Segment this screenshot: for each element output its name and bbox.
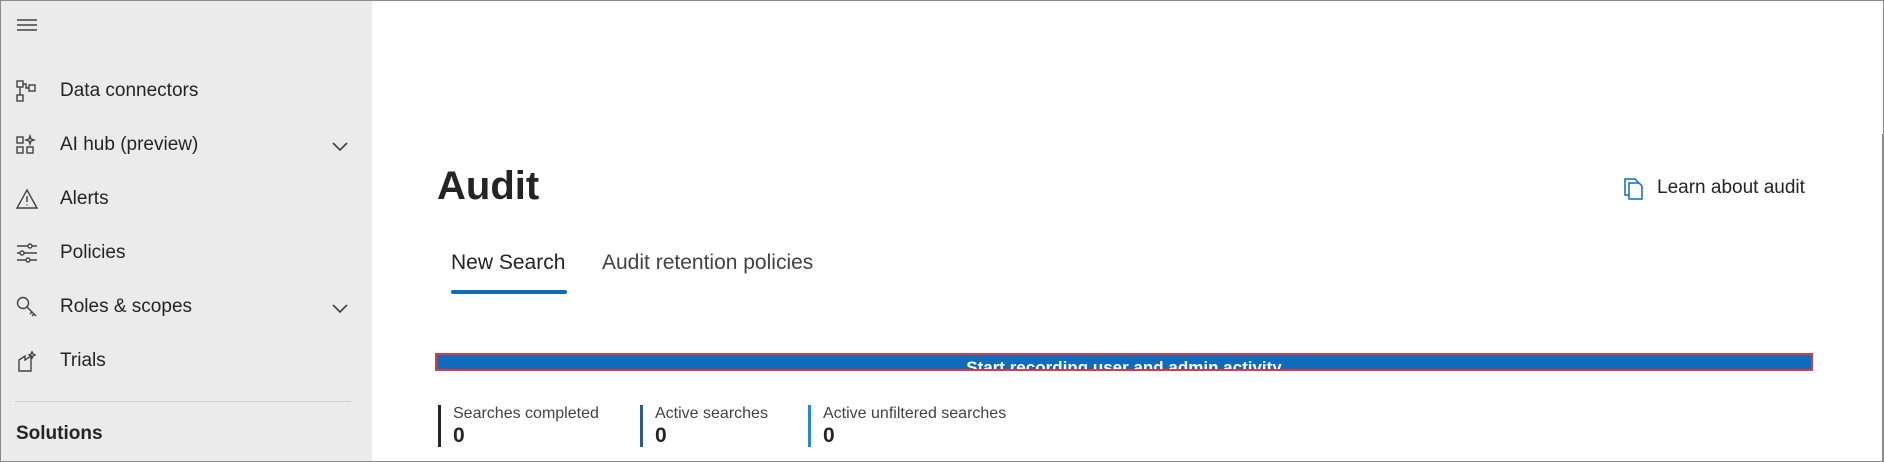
content-edge <box>1882 134 1883 461</box>
tab-new-search[interactable]: New Search <box>451 251 565 275</box>
sidebar-item-alerts[interactable]: Alerts <box>1 172 372 226</box>
stat-bar <box>438 405 441 447</box>
tab-audit-retention-policies[interactable]: Audit retention policies <box>602 251 813 275</box>
left-nav: Data connectors AI hub (preview) Alerts <box>1 1 372 461</box>
app-window: Data connectors AI hub (preview) Alerts <box>0 0 1884 462</box>
sidebar-item-label: Policies <box>60 242 126 263</box>
alert-triangle-icon <box>15 187 39 211</box>
sidebar-item-label: Trials <box>60 350 106 371</box>
key-icon <box>15 295 39 319</box>
data-connectors-icon <box>15 79 39 103</box>
active-tab-indicator <box>451 290 567 294</box>
stat-value: 0 <box>823 424 835 447</box>
ai-hub-icon <box>15 133 39 157</box>
sidebar-item-policies[interactable]: Policies <box>1 226 372 280</box>
sidebar-item-trials[interactable]: Trials <box>1 334 372 388</box>
page-title: Audit <box>437 164 540 208</box>
stat-label: Active unfiltered searches <box>823 405 1007 422</box>
documents-icon <box>1623 177 1645 201</box>
stat-label: Active searches <box>655 405 768 422</box>
sidebar-item-label: Alerts <box>60 188 109 209</box>
sidebar-item-label: Roles & scopes <box>60 296 193 317</box>
stat-value: 0 <box>655 424 667 447</box>
sidebar-item-roles-scopes[interactable]: Roles & scopes <box>1 280 372 334</box>
stat-bar <box>808 405 811 447</box>
learn-link-text: Learn about audit <box>1657 177 1805 198</box>
sidebar-item-label: AI hub (preview) <box>60 134 199 155</box>
stat-value: 0 <box>453 424 465 447</box>
sidebar-item-label: Data connectors <box>60 80 199 101</box>
policies-sliders-icon <box>15 241 39 265</box>
sidebar-divider <box>15 401 351 402</box>
sidebar-item-data-connectors[interactable]: Data connectors <box>1 64 372 118</box>
sidebar-section-title: Solutions <box>16 423 103 444</box>
sidebar-item-ai-hub[interactable]: AI hub (preview) <box>1 118 372 172</box>
chevron-down-icon[interactable] <box>329 297 351 319</box>
stat-bar <box>640 405 643 447</box>
chevron-down-icon[interactable] <box>329 135 351 157</box>
hamburger-menu-icon[interactable] <box>15 15 39 35</box>
stat-label: Searches completed <box>453 405 599 422</box>
trials-icon <box>15 349 39 373</box>
start-recording-button[interactable]: Start recording user and admin activity <box>435 353 1813 371</box>
